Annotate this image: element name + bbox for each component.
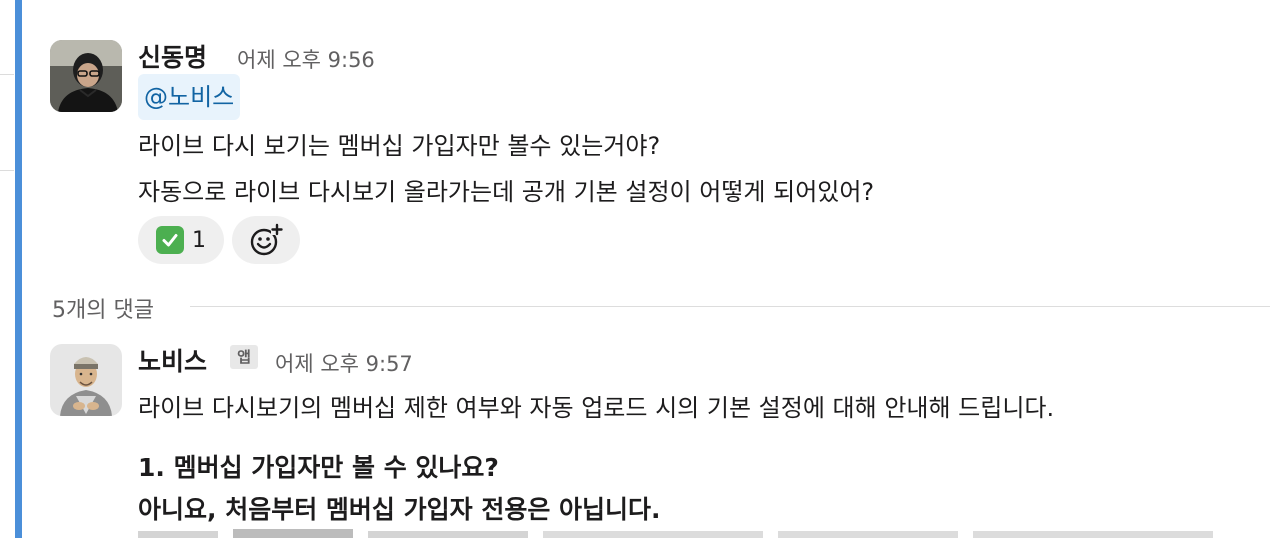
avatar-novis-bot[interactable] [50,344,122,416]
white-check-mark-icon [156,226,184,254]
answer-heading: 1. 멤버십 가입자만 볼 수 있나요? [138,453,499,482]
message-author[interactable]: 신동명 [138,38,207,74]
user-mention[interactable]: @노비스 [138,74,241,120]
message-timestamp[interactable]: 어제 오후 9:57 [275,348,413,378]
message-author[interactable]: 노비스 [138,342,207,378]
add-reaction-icon [250,223,283,256]
add-reaction-button[interactable] [232,216,300,264]
edge-divider [0,74,14,75]
message-text-line: 라이브 다시 보기는 멤버십 가입자만 볼수 있는거야? [138,132,661,160]
avatar-photo [50,40,122,112]
reaction-check[interactable]: 1 [138,216,224,264]
reaction-count: 1 [192,227,206,253]
app-badge: 앱 [230,345,258,369]
answer-text: 아니요, 처음부터 멤버십 가입자 전용은 아닙니다. [138,495,661,524]
message-text-line: 자동으로 라이브 다시보기 올라가는데 공개 기본 설정이 어떻게 되어있어? [138,178,875,206]
replies-count-label: 5개의 댓글 [52,298,154,323]
avatar-sin-dongmyeong[interactable] [50,40,122,112]
clipped-next-line [138,526,1238,538]
thread-view: 신동명 어제 오후 9:56 @노비스 라이브 다시 보기는 멤버십 가입자만 … [0,0,1284,538]
replies-divider [190,306,1270,307]
message-text-line: 라이브 다시보기의 멤버십 제한 여부와 자동 업로드 시의 기본 설정에 대해… [138,394,1055,422]
avatar-illustration [50,344,122,416]
message-timestamp[interactable]: 어제 오후 9:56 [237,44,375,74]
highlight-rail [15,0,22,538]
edge-divider [0,170,14,171]
